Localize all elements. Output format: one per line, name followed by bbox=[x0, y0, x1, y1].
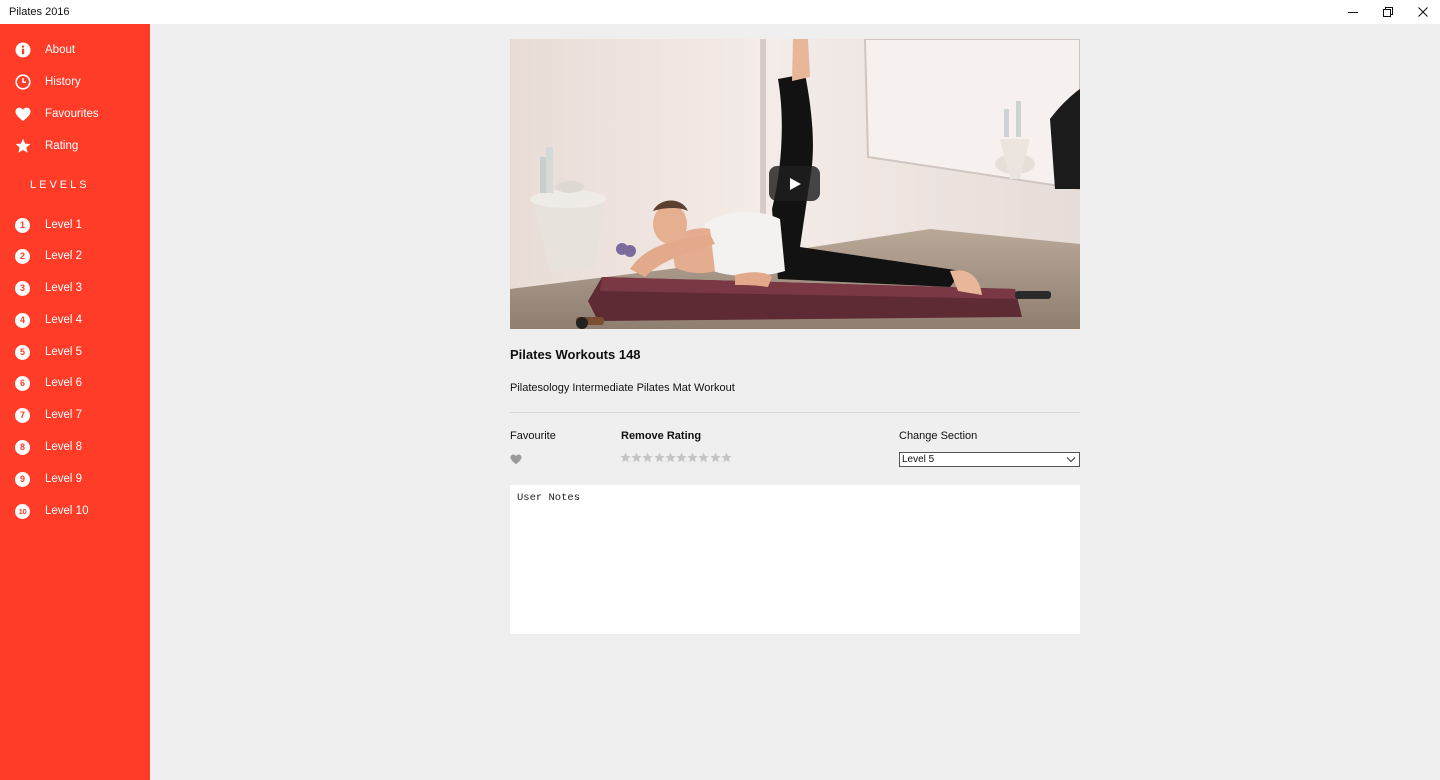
rating-star-icon[interactable] bbox=[620, 451, 631, 463]
level-9-badge-icon: 9 bbox=[14, 471, 31, 488]
nav-level-3-label: Level 3 bbox=[45, 282, 83, 294]
nav-level-2-label: Level 2 bbox=[45, 250, 83, 262]
level-1-badge-icon: 1 bbox=[14, 217, 31, 234]
minimize-icon bbox=[1348, 12, 1358, 13]
section-dropdown[interactable]: Level 5 bbox=[899, 452, 1080, 467]
nav-history-label: History bbox=[45, 76, 81, 88]
rating-star-icon[interactable] bbox=[665, 451, 676, 463]
user-notes-input[interactable] bbox=[510, 485, 1080, 634]
level-3-badge-icon: 3 bbox=[14, 280, 31, 297]
level-5-badge-icon: 5 bbox=[14, 344, 31, 361]
play-icon bbox=[789, 177, 801, 190]
close-icon bbox=[1418, 7, 1428, 17]
rating-stars bbox=[620, 451, 732, 463]
nav-level-6-label: Level 6 bbox=[45, 377, 83, 389]
level-10-badge-icon: 10 bbox=[14, 503, 31, 520]
nav-level-2[interactable]: 2 Level 2 bbox=[0, 242, 150, 270]
restore-icon bbox=[1383, 7, 1393, 17]
nav-rating[interactable]: Rating bbox=[0, 132, 150, 160]
nav-about[interactable]: About bbox=[0, 36, 150, 64]
nav-level-9[interactable]: 9 Level 9 bbox=[0, 465, 150, 493]
levels-heading: LEVELS bbox=[30, 179, 90, 191]
main-content: Pilates Workouts 148 Pilatesology Interm… bbox=[150, 24, 1440, 780]
nav-favourites[interactable]: Favourites bbox=[0, 100, 150, 128]
level-6-badge-icon: 6 bbox=[14, 375, 31, 392]
nav-level-4-label: Level 4 bbox=[45, 314, 83, 326]
nav-level-1-label: Level 1 bbox=[45, 219, 83, 231]
nav-favourites-label: Favourites bbox=[45, 108, 99, 120]
close-button[interactable] bbox=[1406, 0, 1440, 24]
level-4-badge-icon: 4 bbox=[14, 312, 31, 329]
favourite-toggle[interactable] bbox=[510, 452, 522, 470]
workout-subtitle: Pilatesology Intermediate Pilates Mat Wo… bbox=[510, 382, 735, 394]
rating-star-icon[interactable] bbox=[642, 451, 654, 463]
level-7-badge-icon: 7 bbox=[14, 407, 31, 424]
nav-level-7-label: Level 7 bbox=[45, 409, 83, 421]
nav-level-4[interactable]: 4 Level 4 bbox=[0, 306, 150, 334]
rating-star-icon[interactable] bbox=[721, 451, 732, 463]
minimize-button[interactable] bbox=[1336, 0, 1370, 24]
heart-icon bbox=[14, 106, 31, 123]
nav-rating-label: Rating bbox=[45, 140, 79, 152]
nav-level-3[interactable]: 3 Level 3 bbox=[0, 274, 150, 302]
nav-about-label: About bbox=[45, 44, 76, 56]
clock-icon bbox=[14, 74, 31, 91]
nav-level-8[interactable]: 8 Level 8 bbox=[0, 433, 150, 461]
change-section-label: Change Section bbox=[899, 430, 978, 442]
rating-star-icon[interactable] bbox=[631, 451, 642, 463]
nav-level-9-label: Level 9 bbox=[45, 473, 83, 485]
workout-title: Pilates Workouts 148 bbox=[510, 347, 641, 362]
play-button[interactable] bbox=[769, 166, 820, 201]
nav-level-10-label: Level 10 bbox=[45, 505, 89, 517]
heart-icon bbox=[510, 454, 522, 465]
info-icon bbox=[14, 42, 31, 59]
nav-level-5[interactable]: 5 Level 5 bbox=[0, 338, 150, 366]
video-player[interactable] bbox=[510, 39, 1080, 329]
level-8-badge-icon: 8 bbox=[14, 439, 31, 456]
divider bbox=[510, 412, 1080, 413]
star-icon bbox=[14, 138, 31, 155]
restore-button[interactable] bbox=[1371, 0, 1405, 24]
nav-level-7[interactable]: 7 Level 7 bbox=[0, 401, 150, 429]
nav-level-5-label: Level 5 bbox=[45, 346, 83, 358]
chevron-down-icon bbox=[1066, 457, 1076, 463]
nav-level-8-label: Level 8 bbox=[45, 441, 83, 453]
rating-star-icon[interactable] bbox=[710, 451, 721, 463]
rating-star-icon[interactable] bbox=[654, 451, 665, 463]
section-dropdown-value: Level 5 bbox=[902, 454, 935, 465]
favourite-label: Favourite bbox=[510, 430, 556, 442]
level-2-badge-icon: 2 bbox=[14, 248, 31, 265]
nav-level-6[interactable]: 6 Level 6 bbox=[0, 369, 150, 397]
remove-rating-button[interactable]: Remove Rating bbox=[621, 430, 701, 442]
rating-star-icon[interactable] bbox=[676, 451, 687, 463]
nav-level-1[interactable]: 1 Level 1 bbox=[0, 211, 150, 239]
rating-star-icon[interactable] bbox=[698, 451, 709, 463]
nav-level-10[interactable]: 10 Level 10 bbox=[0, 497, 150, 525]
nav-history[interactable]: History bbox=[0, 68, 150, 96]
title-bar: Pilates 2016 bbox=[0, 0, 1440, 24]
sidebar: About History Favourites Rating LEVELS 1… bbox=[0, 24, 150, 780]
app-title: Pilates 2016 bbox=[9, 6, 70, 18]
rating-star-icon[interactable] bbox=[687, 451, 698, 463]
